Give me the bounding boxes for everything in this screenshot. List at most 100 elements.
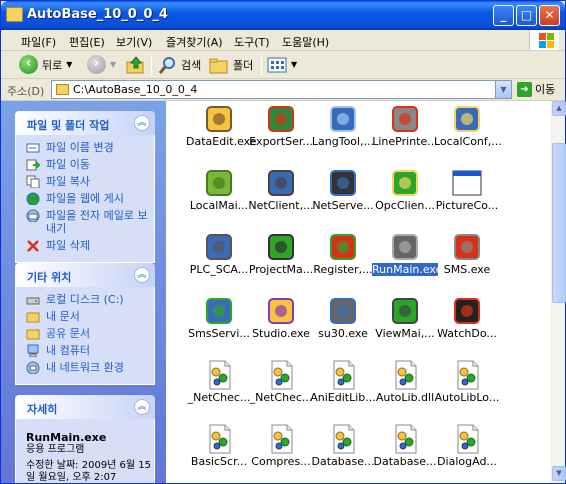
file-item[interactable]: NetClient,... [248, 165, 314, 225]
menu-favorites[interactable]: 즐겨찾기(A) [166, 34, 223, 50]
panel-title: 파일 및 폴더 작업 [27, 119, 110, 132]
minimize-button[interactable]: _ [493, 5, 514, 26]
task-label: 파일을 전자 메일로 보내기 [46, 209, 148, 235]
details-modified: 수정한 날짜: 2009년 6월 15일 월요일, 오후 2:07 [26, 460, 152, 483]
file-label: su30.exe [318, 327, 368, 340]
up-folder-button[interactable] [125, 53, 147, 76]
scroll-down-button[interactable]: ▼ [552, 466, 566, 481]
file-item[interactable]: LocalMai... [188, 165, 250, 225]
place-label: 내 문서 [46, 310, 80, 323]
scroll-thumb[interactable] [552, 143, 566, 303]
panel-header[interactable]: 파일 및 폴더 작업 ︽ [15, 111, 155, 135]
file-item[interactable]: LinePrinte... [372, 101, 438, 161]
task-delete[interactable]: 파일 삭제 [26, 239, 154, 252]
file-item[interactable]: su30.exe [312, 293, 374, 353]
task-copy[interactable]: 파일 복사 [26, 175, 154, 188]
register-icon [330, 234, 356, 260]
file-item[interactable]: ProjectMa... [249, 229, 313, 289]
task-move[interactable]: 파일 이동 [26, 158, 154, 171]
menu-edit[interactable]: 편집(E) [69, 34, 105, 50]
file-item[interactable]: ViewMai,... [374, 293, 436, 353]
plc-scan-icon [206, 234, 232, 260]
panel-body: 파일 이름 변경 파일 이동 파일 복사 파일을 웹에 게시 파일을 전자 메일… [15, 135, 155, 263]
file-item[interactable]: WatchDo... [436, 293, 498, 353]
search-button[interactable]: 검색 [157, 53, 201, 76]
drive-icon [26, 297, 40, 305]
task-email[interactable]: 파일을 전자 메일로 보내기 [26, 209, 154, 235]
chevron-down-icon: ▼ [291, 60, 298, 69]
file-item[interactable]: Database... [312, 421, 374, 481]
file-item[interactable]: Database... [374, 421, 436, 481]
netserver-icon [330, 170, 356, 196]
dll-gear-icon [457, 424, 479, 454]
file-label: OpcClien... [375, 199, 435, 212]
scroll-up-button[interactable]: ▲ [552, 101, 566, 116]
runmain-icon [392, 234, 418, 260]
vertical-scrollbar[interactable]: ▲ ▼ [551, 101, 566, 483]
folders-button[interactable]: 폴더 [209, 53, 253, 76]
place-my-network[interactable]: 내 네트워크 환경 [26, 361, 154, 374]
panel-header[interactable]: 기타 위치 ︽ [15, 263, 155, 287]
address-label: 주소(D) [7, 85, 45, 98]
file-item[interactable]: PictureCo... [436, 165, 498, 225]
panel-header[interactable]: 자세히 ︽ [15, 395, 155, 419]
collapse-chevron-icon[interactable]: ︽ [134, 399, 150, 415]
copy-icon [26, 175, 40, 188]
dll-gear-icon [271, 360, 293, 390]
menu-tools[interactable]: 도구(T) [234, 34, 270, 50]
task-rename[interactable]: 파일 이름 변경 [26, 141, 154, 154]
sms-service-icon [206, 298, 232, 324]
task-label: 파일 복사 [46, 175, 90, 188]
menu-view[interactable]: 보기(V) [116, 34, 152, 50]
file-label: AutoLibLo... [434, 391, 500, 404]
file-item[interactable]: LangTool,... [312, 101, 374, 161]
file-item[interactable]: _NetChec... [250, 357, 312, 417]
file-label: LocalMai... [189, 199, 249, 212]
dll-gear-icon [209, 424, 231, 454]
file-item[interactable]: DataEdit.exe [186, 101, 257, 161]
collapse-chevron-icon[interactable]: ︽ [134, 267, 150, 283]
menu-file[interactable]: 파일(F) [21, 34, 56, 50]
file-item[interactable]: _NetChec... [188, 357, 250, 417]
file-item[interactable]: BasicScr... [188, 421, 250, 481]
file-list-view: DataEdit.exe ExportSer... LangTool,... Line… [166, 101, 551, 483]
title-bar[interactable]: AutoBase_10_0_0_4 _ □ ✕ [1, 1, 565, 30]
maximize-button[interactable]: □ [516, 5, 537, 26]
place-my-computer[interactable]: 내 컴퓨터 [26, 344, 154, 357]
place-local-disk[interactable]: 로컬 디스크 (C:) [26, 293, 154, 306]
back-arrow-icon: ‹ [19, 55, 38, 74]
file-item[interactable]: DialogAd... [436, 421, 498, 481]
details-type: 응용 프로그램 [26, 444, 85, 455]
file-item[interactable]: AutoLibLo... [434, 357, 500, 417]
file-item[interactable]: SMS.exe [436, 229, 498, 289]
other-places-panel: 기타 위치 ︽ 로컬 디스크 (C:) 내 문서 공유 문서 내 컴퓨터 내 네… [15, 263, 155, 385]
address-dropdown-button[interactable]: ▼ [495, 81, 511, 98]
forward-button[interactable]: › ▼ [87, 53, 116, 76]
collapse-chevron-icon[interactable]: ︽ [134, 115, 150, 131]
file-item[interactable]: PLC_SCA... [188, 229, 250, 289]
task-publish-web[interactable]: 파일을 웹에 게시 [26, 192, 154, 205]
close-button[interactable]: ✕ [539, 5, 560, 26]
file-item[interactable]: AutoLib.dll [374, 357, 436, 417]
file-item[interactable]: AniEditLib... [310, 357, 376, 417]
file-item[interactable]: Register,... [312, 229, 374, 289]
place-my-documents[interactable]: 내 문서 [26, 310, 154, 323]
file-item[interactable]: NetServe... [312, 165, 374, 225]
place-shared-documents[interactable]: 공유 문서 [26, 327, 154, 340]
su30-icon [330, 298, 356, 324]
back-button[interactable]: ‹ 뒤로 ▼ [19, 53, 72, 76]
file-item[interactable]: SmsServi... [188, 293, 250, 353]
file-item[interactable]: Compres... [250, 421, 312, 481]
file-item[interactable]: OpcClien... [374, 165, 436, 225]
up-folder-icon [126, 55, 144, 73]
address-input[interactable]: C:\AutoBase_10_0_0_4 ▼ [51, 80, 512, 99]
file-item[interactable]: ExportSer... [249, 101, 313, 161]
go-button[interactable]: ➜ 이동 [517, 81, 555, 97]
search-icon [158, 56, 175, 74]
file-item[interactable]: Studio.exe [250, 293, 312, 353]
views-button[interactable]: ▼ [267, 53, 297, 76]
file-item[interactable]: LocalConf,... [434, 101, 502, 161]
chevron-down-icon: ▼ [66, 60, 73, 69]
menu-help[interactable]: 도움말(H) [282, 34, 329, 50]
file-item[interactable]: RunMain.exe [372, 229, 442, 289]
